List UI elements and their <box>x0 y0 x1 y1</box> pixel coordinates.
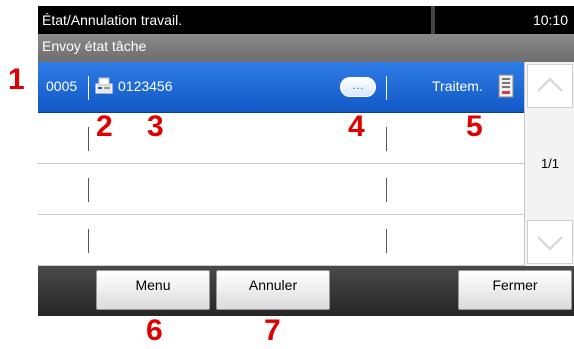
sub-title: Envoy état tâche <box>38 34 574 62</box>
job-status-screen: État/Annulation travail. 10:10 Envoy éta… <box>38 6 574 316</box>
scroll-down-button[interactable] <box>527 220 573 264</box>
callout-3: 3 <box>147 110 164 143</box>
job-row[interactable]: 0005 0123456 … Traitem. <box>38 62 524 113</box>
job-row[interactable] <box>38 215 524 266</box>
fax-send-icon <box>95 77 113 94</box>
callout-4: 4 <box>348 110 365 143</box>
column-divider <box>88 178 89 202</box>
cancel-button[interactable]: Annuler <box>216 270 330 310</box>
destination: 0123456 <box>118 78 173 94</box>
screen-title: État/Annulation travail. <box>38 6 431 34</box>
column-divider <box>88 76 89 100</box>
job-list: 0005 0123456 … Traitem. <box>38 62 524 266</box>
menu-button[interactable]: Menu <box>96 270 210 310</box>
callout-1: 1 <box>8 63 25 96</box>
close-button[interactable]: Fermer <box>458 270 572 310</box>
column-divider <box>386 127 387 151</box>
chevron-down-icon <box>537 236 563 251</box>
column-divider <box>88 229 89 253</box>
job-row[interactable] <box>38 164 524 215</box>
job-number: 0005 <box>46 78 78 94</box>
callout-5: 5 <box>466 110 483 143</box>
callout-2: 2 <box>96 110 113 143</box>
scroll-panel: 1/1 <box>524 62 574 266</box>
title-bar: État/Annulation travail. 10:10 <box>38 6 574 34</box>
page-indicator: 1/1 <box>540 156 560 171</box>
document-status-icon <box>498 74 514 98</box>
chevron-up-icon <box>537 77 563 92</box>
status-text: Traitem. <box>432 78 483 94</box>
column-divider <box>386 229 387 253</box>
scroll-up-button[interactable] <box>527 64 573 108</box>
column-divider <box>386 76 387 100</box>
column-divider <box>88 127 89 151</box>
bottom-bar: Menu Annuler Fermer <box>38 266 574 316</box>
clock: 10:10 <box>435 6 574 34</box>
more-details-button[interactable]: … <box>340 77 376 97</box>
callout-6: 6 <box>146 314 163 347</box>
callout-7: 7 <box>264 314 281 347</box>
column-divider <box>386 178 387 202</box>
